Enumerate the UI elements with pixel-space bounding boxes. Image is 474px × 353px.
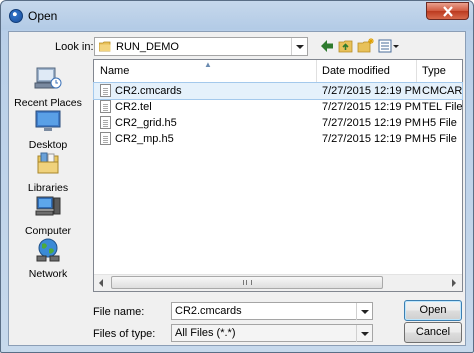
file-type: H5 File bbox=[422, 133, 457, 145]
app-icon bbox=[9, 9, 23, 23]
file-date: 7/27/2015 12:19 PM bbox=[322, 101, 422, 113]
sort-ascending-icon: ▲ bbox=[204, 60, 212, 69]
chevron-down-icon[interactable] bbox=[356, 325, 372, 342]
file-list[interactable]: Name ▲ Date modified Type CR2.cmcards 7/… bbox=[93, 59, 463, 292]
file-icon bbox=[100, 132, 111, 145]
files-of-type-value: All Files (*.*) bbox=[175, 327, 236, 339]
recent-places-icon bbox=[34, 67, 62, 89]
places-bar: Recent Places Desktop Libraries Computer… bbox=[9, 62, 87, 280]
file-name-label: File name: bbox=[93, 306, 145, 318]
look-in-dropdown[interactable]: RUN_DEMO bbox=[94, 37, 308, 56]
file-row[interactable]: CR2.cmcards 7/27/2015 12:19 PM CMCARDS bbox=[93, 82, 463, 100]
place-label: Desktop bbox=[28, 139, 68, 151]
grip-icon bbox=[243, 280, 252, 285]
column-header-type[interactable]: Type bbox=[422, 65, 446, 77]
file-row[interactable]: CR2_grid.h5 7/27/2015 12:19 PM H5 File bbox=[94, 115, 462, 131]
close-icon bbox=[443, 6, 453, 17]
new-folder-icon[interactable] bbox=[357, 37, 375, 55]
folder-icon bbox=[99, 41, 111, 52]
place-recent-places[interactable]: Recent Places bbox=[9, 66, 87, 109]
file-date: 7/27/2015 12:19 PM bbox=[322, 133, 422, 145]
file-icon bbox=[100, 84, 111, 97]
place-libraries[interactable]: Libraries bbox=[9, 151, 87, 194]
title-bar[interactable]: Open bbox=[1, 1, 473, 31]
column-header-date-modified[interactable]: Date modified bbox=[322, 65, 390, 77]
file-type: H5 File bbox=[422, 117, 457, 129]
dialog-body: Look in: RUN_DEMO Recent Places Desktop … bbox=[8, 31, 466, 346]
file-name: CR2_grid.h5 bbox=[115, 117, 177, 129]
file-type: CMCARDS bbox=[422, 85, 462, 97]
file-name-input[interactable]: CR2.cmcards bbox=[171, 302, 373, 320]
file-icon bbox=[100, 100, 111, 113]
back-icon[interactable] bbox=[320, 37, 334, 55]
computer-icon bbox=[35, 196, 61, 216]
horizontal-scrollbar[interactable] bbox=[94, 274, 462, 291]
cancel-button[interactable]: Cancel bbox=[404, 322, 462, 343]
open-button[interactable]: Open bbox=[404, 300, 462, 321]
column-header-name[interactable]: Name bbox=[100, 65, 129, 77]
place-label: Libraries bbox=[27, 182, 69, 194]
place-label: Computer bbox=[24, 225, 72, 237]
scroll-right-icon[interactable] bbox=[446, 275, 462, 291]
place-label: Network bbox=[28, 268, 68, 280]
file-name: CR2_mp.h5 bbox=[115, 133, 174, 145]
file-date: 7/27/2015 12:19 PM bbox=[322, 85, 422, 97]
file-type: TEL File bbox=[422, 101, 462, 113]
network-icon bbox=[36, 238, 60, 262]
window-title: Open bbox=[28, 9, 58, 23]
place-network[interactable]: Network bbox=[9, 237, 87, 280]
close-button[interactable] bbox=[426, 2, 469, 20]
chevron-down-icon[interactable] bbox=[356, 303, 372, 320]
up-folder-icon[interactable] bbox=[338, 37, 354, 55]
open-dialog: Open Look in: RUN_DEMO Recent Places Des… bbox=[0, 0, 474, 353]
chevron-down-icon[interactable] bbox=[291, 38, 307, 55]
scrollbar-thumb[interactable] bbox=[111, 276, 383, 289]
place-computer[interactable]: Computer bbox=[9, 194, 87, 237]
column-header-row: Name ▲ Date modified Type bbox=[94, 60, 462, 83]
look-in-value: RUN_DEMO bbox=[116, 41, 179, 53]
desktop-icon bbox=[35, 110, 61, 131]
files-of-type-label: Files of type: bbox=[93, 328, 156, 340]
scroll-left-icon[interactable] bbox=[94, 275, 110, 291]
file-date: 7/27/2015 12:19 PM bbox=[322, 117, 422, 129]
place-desktop[interactable]: Desktop bbox=[9, 108, 87, 151]
file-name: CR2.tel bbox=[115, 101, 152, 113]
files-of-type-select[interactable]: All Files (*.*) bbox=[171, 324, 373, 342]
file-row[interactable]: CR2_mp.h5 7/27/2015 12:19 PM H5 File bbox=[94, 131, 462, 147]
look-in-label: Look in: bbox=[55, 41, 94, 53]
file-name: CR2.cmcards bbox=[115, 85, 182, 97]
file-icon bbox=[100, 116, 111, 129]
libraries-icon bbox=[37, 152, 59, 174]
view-menu-icon[interactable] bbox=[378, 37, 400, 55]
file-row[interactable]: CR2.tel 7/27/2015 12:19 PM TEL File bbox=[94, 99, 462, 115]
file-name-value: CR2.cmcards bbox=[175, 305, 242, 317]
